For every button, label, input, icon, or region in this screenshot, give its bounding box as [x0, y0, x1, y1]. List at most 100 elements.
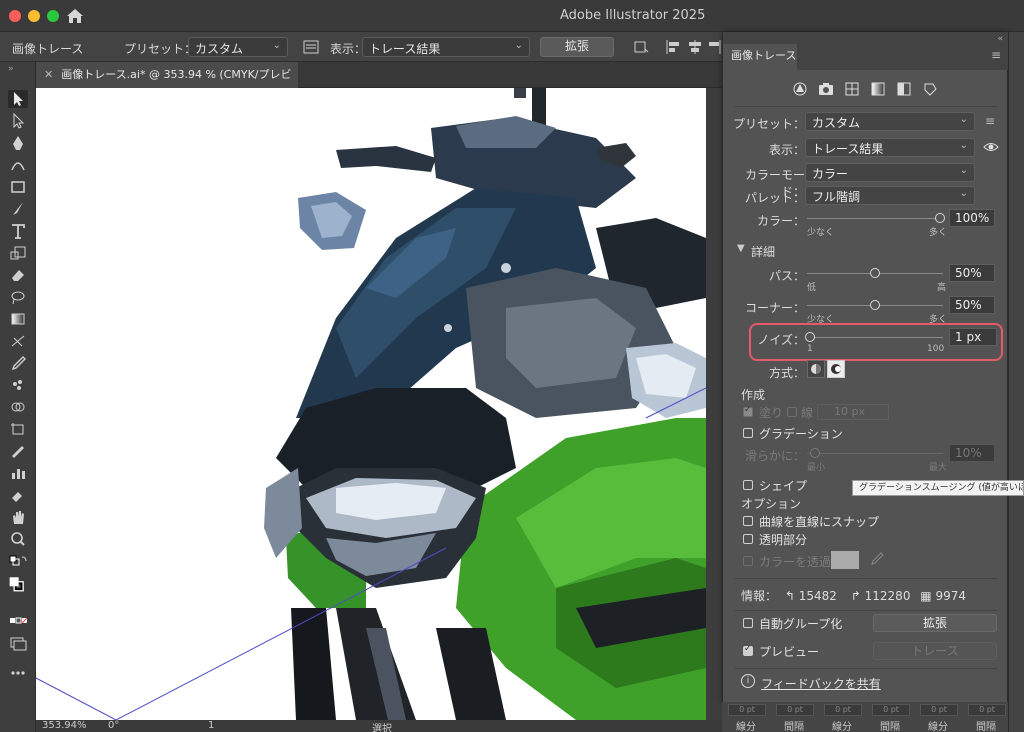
view-select[interactable]: トレース結果 ⌄ — [805, 138, 975, 157]
transparency-checkbox[interactable] — [743, 534, 753, 544]
live-paint-tool-icon[interactable] — [8, 486, 28, 504]
align-center-icon[interactable] — [686, 38, 704, 56]
scale-tool-icon[interactable] — [8, 244, 28, 262]
disclosure-triangle-icon[interactable]: ▼ — [737, 243, 745, 254]
eyedropper-icon[interactable] — [869, 551, 885, 567]
outline-icon[interactable] — [921, 80, 939, 98]
align-left-icon[interactable] — [664, 38, 682, 56]
mesh-tool-icon[interactable] — [8, 332, 28, 350]
direct-selection-tool-icon[interactable] — [8, 112, 28, 130]
gap-field-2[interactable]: 0 pt — [872, 704, 910, 716]
paths-value-field[interactable]: 50% — [949, 264, 995, 282]
home-icon[interactable] — [65, 6, 85, 26]
smoothness-slider-thumb[interactable] — [810, 448, 820, 458]
hand-tool-icon[interactable] — [8, 508, 28, 526]
eraser-tool-icon[interactable] — [8, 266, 28, 284]
lasso-tool-icon[interactable] — [8, 288, 28, 306]
dash-field-3[interactable]: 0 pt — [920, 704, 958, 716]
auto-color-icon[interactable] — [791, 80, 809, 98]
more-tools-icon[interactable] — [8, 664, 28, 682]
paintbrush-tool-icon[interactable] — [8, 200, 28, 218]
panel-grip-icon[interactable]: » — [8, 64, 14, 74]
camera-icon[interactable] — [817, 80, 835, 98]
shape-builder-tool-icon[interactable] — [8, 398, 28, 416]
grayscale-icon[interactable] — [869, 80, 887, 98]
zoom-window-button[interactable] — [47, 10, 59, 22]
mode-value: カラー — [812, 167, 849, 181]
strokes-checkbox[interactable] — [787, 407, 797, 417]
align-settings-icon[interactable] — [632, 38, 650, 56]
artboard-canvas[interactable] — [36, 88, 706, 720]
smoothness-slider-track[interactable] — [807, 453, 943, 454]
collapse-panel-icon[interactable]: « — [997, 34, 1003, 44]
palette-select[interactable]: フル階調 ⌄ — [805, 186, 975, 205]
overlapping-method-icon[interactable] — [827, 360, 845, 378]
eye-icon[interactable] — [983, 140, 999, 154]
expand-button[interactable]: 拡張 — [873, 614, 997, 632]
slice-tool-icon[interactable] — [8, 442, 28, 460]
image-trace-tab[interactable]: 画像トレース — [723, 44, 797, 70]
stroke-width-field[interactable]: 10 px — [817, 404, 889, 420]
preset-list-icon[interactable] — [302, 38, 320, 56]
rectangle-tool-icon[interactable] — [8, 178, 28, 196]
panel-menu-icon[interactable]: ≡ — [991, 48, 1001, 62]
control-view-select[interactable]: トレース結果 ⌄ — [362, 37, 530, 57]
zoom-tool-icon[interactable] — [8, 530, 28, 548]
close-window-button[interactable] — [9, 10, 21, 22]
control-expand-button[interactable]: 拡張 — [540, 37, 614, 57]
colors-slider-thumb[interactable] — [935, 213, 945, 223]
advanced-label[interactable]: 詳細 — [751, 243, 775, 260]
default-colors-icon[interactable] — [8, 554, 28, 572]
noise-value-field[interactable]: 1 px — [949, 328, 997, 346]
black-white-icon[interactable] — [895, 80, 913, 98]
mode-select[interactable]: カラー ⌄ — [805, 163, 975, 182]
preset-select[interactable]: カスタム ⌄ — [805, 112, 975, 131]
document-tab[interactable]: ✕画像トレース.ai* @ 353.94 % (CMYK/プレビュー) — [36, 62, 298, 107]
gradient-checkbox[interactable] — [743, 428, 753, 438]
color-mode-icon[interactable] — [8, 612, 28, 630]
colors-slider-track[interactable] — [807, 218, 943, 219]
ignore-color-swatch[interactable] — [831, 551, 859, 569]
dash-field-2[interactable]: 0 pt — [824, 704, 862, 716]
paths-slider-thumb[interactable] — [870, 268, 880, 278]
trace-button[interactable]: トレース — [873, 642, 997, 660]
smoothness-value-field[interactable]: 10% — [949, 444, 995, 462]
fill-stroke-swatch[interactable] — [8, 576, 28, 604]
corners-value-field[interactable]: 50% — [949, 296, 995, 314]
ignore-color-checkbox[interactable] — [743, 556, 753, 566]
grid-icon[interactable] — [843, 80, 861, 98]
align-right-icon[interactable] — [708, 38, 722, 56]
auto-group-checkbox[interactable] — [743, 618, 753, 628]
noise-slider-thumb[interactable] — [805, 332, 815, 342]
eyedropper-tool-icon[interactable] — [8, 354, 28, 372]
gap-field-3[interactable]: 0 pt — [968, 704, 1006, 716]
dash-field-1[interactable]: 0 pt — [728, 704, 766, 716]
graph-tool-icon[interactable] — [8, 464, 28, 482]
abutting-method-icon[interactable] — [807, 360, 825, 378]
screen-mode-icon[interactable] — [8, 634, 28, 652]
type-tool-icon[interactable] — [8, 222, 28, 240]
artboard-number[interactable]: 1 — [208, 720, 214, 731]
gradient-tool-icon[interactable] — [8, 310, 28, 328]
preview-checkbox[interactable] — [743, 644, 753, 656]
zoom-level[interactable]: 353.94% — [42, 720, 87, 731]
pen-tool-icon[interactable] — [8, 134, 28, 152]
colors-value-field[interactable]: 100% — [949, 209, 995, 227]
selection-tool-icon[interactable] — [8, 90, 28, 108]
snap-checkbox[interactable] — [743, 516, 753, 526]
control-preset-select[interactable]: カスタム ⌄ — [188, 37, 288, 57]
gap-field-1[interactable]: 0 pt — [776, 704, 814, 716]
artboard-tool-icon[interactable] — [8, 420, 28, 438]
rotation-value[interactable]: 0° — [108, 720, 119, 731]
corners-slider-thumb[interactable] — [870, 300, 880, 310]
close-tab-icon[interactable]: ✕ — [44, 68, 53, 81]
canvas-vertical-scrollbar[interactable] — [706, 88, 722, 720]
shapes-checkbox[interactable] — [743, 480, 753, 490]
preset-menu-icon[interactable]: ≡ — [985, 114, 995, 128]
curvature-tool-icon[interactable] — [8, 156, 28, 174]
feedback-link[interactable]: フィードバックを共有 — [761, 675, 881, 692]
noise-slider-track[interactable] — [807, 337, 943, 338]
minimize-window-button[interactable] — [28, 10, 40, 22]
symbol-sprayer-tool-icon[interactable] — [8, 376, 28, 394]
fills-checkbox[interactable] — [743, 405, 753, 417]
